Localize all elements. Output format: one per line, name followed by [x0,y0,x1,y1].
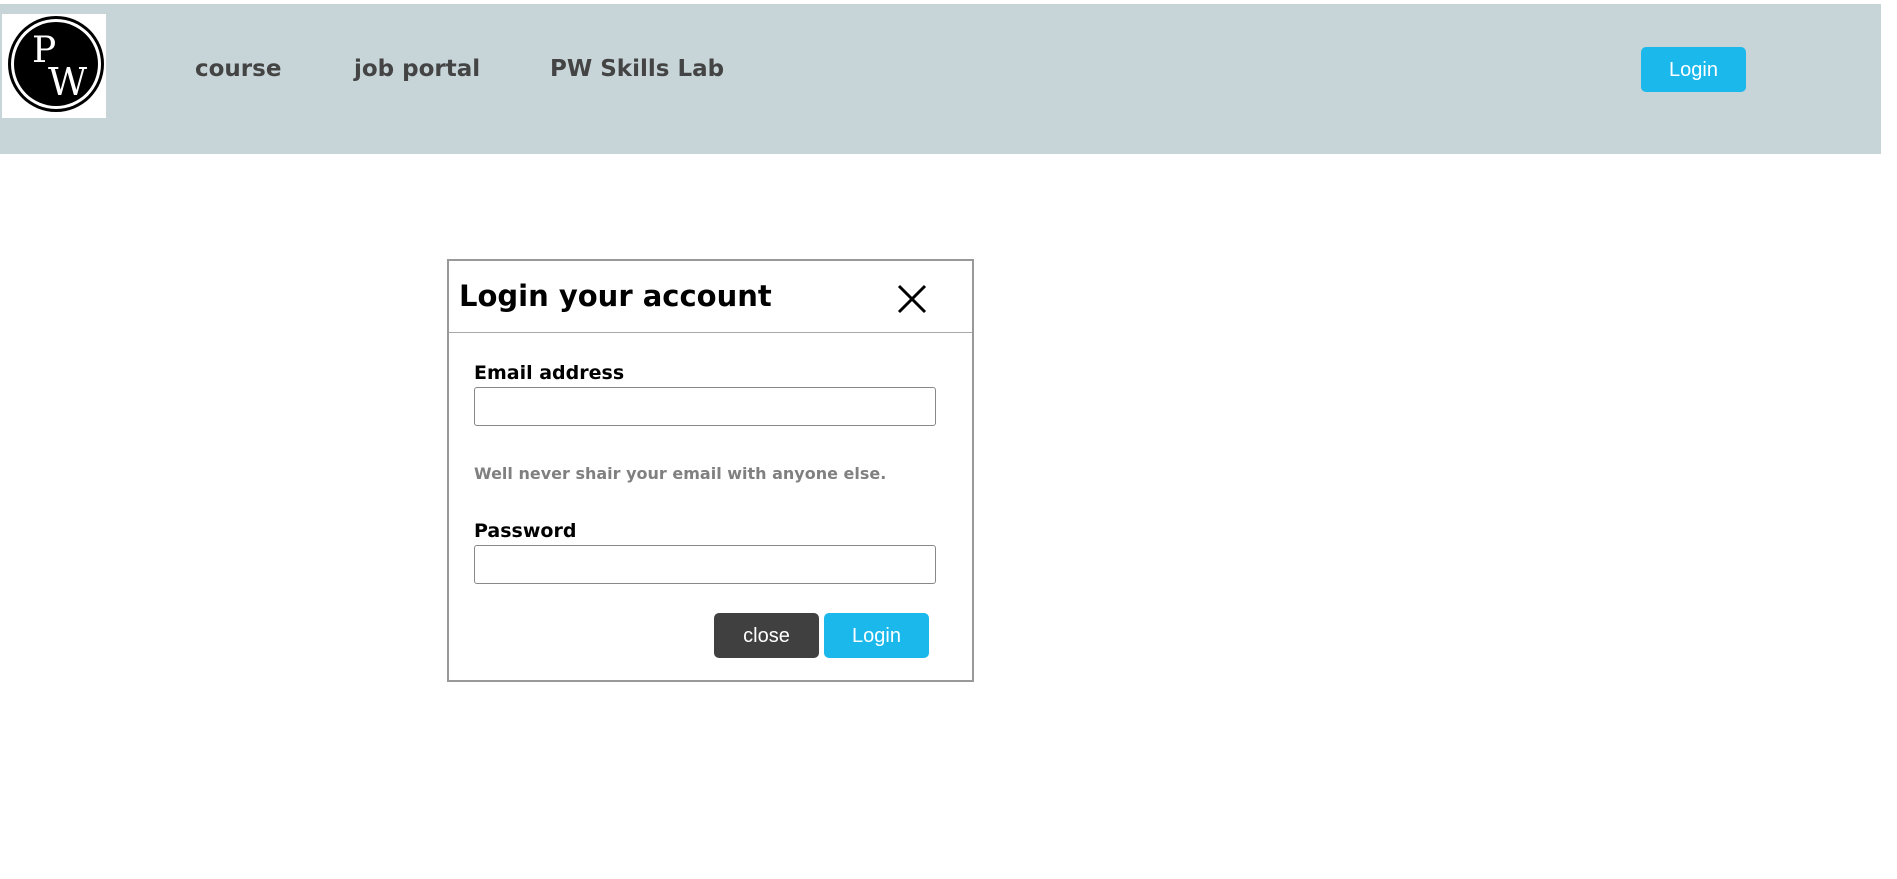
nav-link-course[interactable]: course [195,56,281,82]
login-modal: Login your account Email address Well ne… [447,259,974,682]
email-label: Email address [474,362,625,384]
logo-letter-w: W [48,60,88,104]
password-label: Password [474,520,577,542]
email-input[interactable] [474,387,936,426]
page: P W course job portal PW Skills Lab Logi… [0,0,1897,879]
modal-title: Login your account [459,279,772,313]
email-help-text: Well never shair your email with anyone … [474,464,887,483]
nav-link-job-portal[interactable]: job portal [354,56,480,82]
nav-link-pw-skills-lab[interactable]: PW Skills Lab [550,56,724,82]
pw-logo[interactable]: P W [2,14,106,118]
password-input[interactable] [474,545,936,584]
top-navbar: P W course job portal PW Skills Lab Logi… [0,4,1881,154]
modal-login-button[interactable]: Login [824,613,929,658]
logo-circle: P W [14,22,98,106]
header-login-button[interactable]: Login [1641,47,1746,92]
vertical-scrollbar[interactable] [1881,0,1897,879]
close-x-icon[interactable] [894,281,930,317]
modal-close-button[interactable]: close [714,613,819,658]
modal-header-divider [449,332,972,333]
